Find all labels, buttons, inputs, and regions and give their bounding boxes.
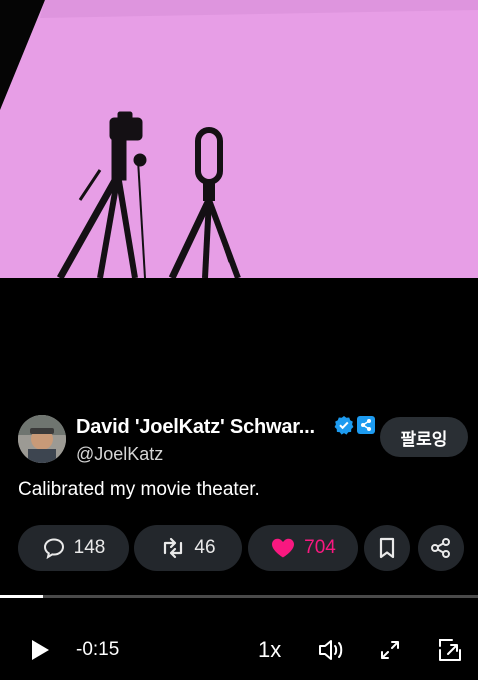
minimize-icon	[439, 639, 461, 661]
tweet-author: David 'JoelKatz' Schwar... @JoelKatz 팔로잉	[18, 413, 468, 469]
player-controls: -0:15 1x	[0, 628, 478, 672]
playback-speed-button[interactable]: 1x	[258, 637, 281, 663]
play-button[interactable]	[26, 636, 54, 664]
affiliate-icon[interactable]	[356, 415, 376, 435]
share-button[interactable]	[418, 525, 464, 571]
like-count: 704	[304, 537, 336, 558]
author-handle[interactable]: @JoelKatz	[76, 444, 163, 465]
like-button[interactable]: 704	[248, 525, 358, 571]
verified-icon	[334, 416, 354, 435]
video-frame[interactable]	[0, 0, 478, 278]
author-name[interactable]: David 'JoelKatz' Schwar...	[76, 416, 315, 439]
volume-icon	[319, 640, 343, 660]
repost-icon	[164, 537, 183, 559]
fullscreen-button[interactable]	[376, 636, 404, 664]
video-progress-bar[interactable]	[0, 595, 478, 598]
share-icon	[431, 538, 450, 558]
repost-button[interactable]: 46	[134, 525, 242, 571]
tweet-actions: 148 46 704	[18, 525, 468, 571]
video-progress-fill	[0, 595, 44, 598]
author-badges	[334, 415, 376, 435]
tweet-text: Calibrated my movie theater.	[18, 479, 260, 500]
minimize-button[interactable]	[436, 636, 464, 664]
video-image	[0, 0, 478, 278]
bookmark-icon	[379, 537, 395, 559]
time-remaining: -0:15	[76, 639, 120, 660]
bookmark-button[interactable]	[364, 525, 410, 571]
following-button[interactable]: 팔로잉	[380, 417, 468, 457]
reply-icon	[43, 538, 64, 560]
repost-count: 46	[194, 537, 216, 558]
reply-button[interactable]: 148	[18, 525, 129, 571]
fullscreen-icon	[381, 641, 399, 659]
avatar[interactable]	[18, 415, 66, 463]
heart-icon	[272, 538, 295, 558]
play-icon	[32, 640, 49, 660]
reply-count: 148	[73, 537, 106, 558]
volume-button[interactable]	[316, 636, 348, 664]
